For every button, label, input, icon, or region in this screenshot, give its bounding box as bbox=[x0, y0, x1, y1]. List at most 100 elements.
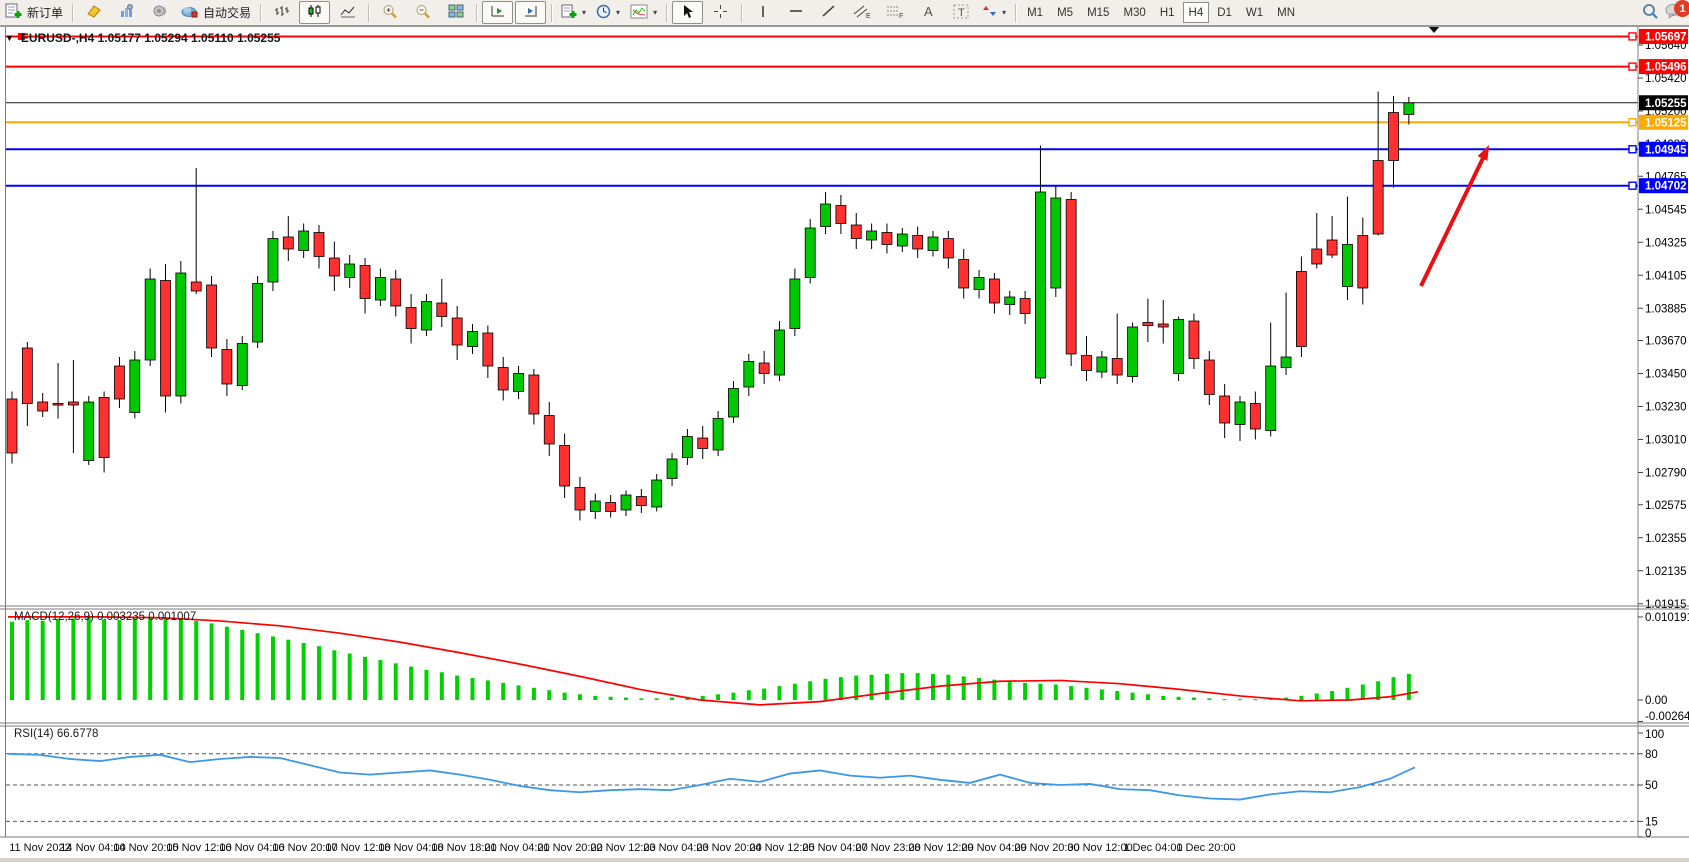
candle-body bbox=[22, 348, 32, 404]
candle-body bbox=[606, 503, 616, 512]
period-button[interactable]: ▾ bbox=[592, 1, 624, 24]
toolbar-separator bbox=[666, 4, 667, 22]
line-chart-button[interactable] bbox=[332, 1, 363, 24]
candle-body bbox=[1005, 297, 1015, 305]
new-order-button[interactable]: 新订单 bbox=[1, 1, 67, 24]
cursor-button[interactable] bbox=[672, 1, 703, 24]
macd-histogram-bar bbox=[1038, 684, 1042, 700]
horizontal-line-button[interactable] bbox=[780, 1, 811, 24]
scroll-position-marker bbox=[1428, 26, 1440, 33]
line-icon bbox=[340, 4, 356, 21]
templates-button[interactable]: ▾ bbox=[557, 1, 590, 24]
candle-body bbox=[222, 350, 232, 385]
candle-body bbox=[1296, 272, 1306, 347]
candle-body bbox=[943, 239, 953, 259]
price-tick-label: 1.03450 bbox=[1645, 369, 1687, 381]
tile-windows-button[interactable] bbox=[440, 1, 471, 24]
candle-body bbox=[452, 318, 462, 345]
zoom-in-button[interactable] bbox=[374, 1, 405, 24]
macd-histogram-bar bbox=[609, 697, 613, 700]
search-icon[interactable] bbox=[1642, 3, 1659, 23]
crosshair-icon bbox=[713, 4, 728, 22]
candle-body bbox=[867, 231, 877, 240]
candle-body bbox=[1220, 396, 1230, 423]
price-tick-label: 1.05420 bbox=[1645, 73, 1687, 85]
timeframe-mn[interactable]: MN bbox=[1271, 2, 1301, 23]
candle-body bbox=[560, 446, 570, 487]
macd-histogram-bar bbox=[655, 698, 659, 700]
line-handle[interactable] bbox=[1629, 146, 1636, 153]
macd-histogram-bar bbox=[716, 694, 720, 700]
chart-shift-button[interactable] bbox=[515, 1, 546, 24]
candle-body bbox=[1051, 198, 1061, 288]
macd-histogram-bar bbox=[424, 670, 428, 700]
price-tick-label: 1.03010 bbox=[1645, 435, 1687, 447]
candle-body bbox=[299, 231, 309, 251]
line-handle[interactable] bbox=[1629, 182, 1636, 189]
candle-body bbox=[744, 362, 754, 388]
market-watch-button[interactable] bbox=[111, 1, 142, 24]
candle-body bbox=[1250, 404, 1260, 430]
rsi-axis-label: 15 bbox=[1645, 816, 1658, 828]
arrows-button[interactable]: ▾ bbox=[978, 1, 1010, 24]
timeframe-h1[interactable]: H1 bbox=[1154, 2, 1181, 23]
timeframe-d1[interactable]: D1 bbox=[1211, 2, 1238, 23]
date-axis-label[interactable]: 1 Dec 20:00 bbox=[1176, 842, 1235, 854]
crosshair-button[interactable] bbox=[705, 1, 736, 24]
candle-body bbox=[7, 399, 17, 453]
zoom-in-icon bbox=[382, 4, 398, 22]
macd-histogram-bar bbox=[1069, 686, 1073, 700]
bar-chart-button[interactable] bbox=[266, 1, 297, 24]
label-button[interactable]: T bbox=[945, 1, 976, 24]
auto-scroll-button[interactable] bbox=[482, 1, 513, 24]
date-axis-label[interactable]: 1 Dec 04:00 bbox=[1123, 842, 1182, 854]
annotation-arrow[interactable] bbox=[1421, 154, 1485, 286]
macd-histogram-bar bbox=[885, 674, 889, 700]
candle-body bbox=[928, 237, 938, 251]
macd-histogram-bar bbox=[1207, 698, 1211, 700]
text-button[interactable]: A bbox=[912, 1, 943, 24]
candle-body bbox=[176, 273, 186, 396]
timeframe-m5[interactable]: M5 bbox=[1051, 2, 1079, 23]
timeframe-m1[interactable]: M1 bbox=[1021, 2, 1049, 23]
sound-alert-button[interactable] bbox=[144, 1, 175, 24]
trendline-button[interactable] bbox=[813, 1, 844, 24]
channel-button[interactable]: E bbox=[846, 1, 877, 24]
fibonacci-button[interactable]: F bbox=[879, 1, 910, 24]
candle-body bbox=[529, 375, 539, 414]
charts-tag-button[interactable] bbox=[78, 1, 109, 24]
candle-body bbox=[759, 363, 769, 374]
chart-title-bar[interactable]: ▼ EURUSD-,H4 1.05177 1.05294 1.05110 1.0… bbox=[5, 31, 280, 45]
chartshift-icon bbox=[523, 4, 539, 21]
hline-icon bbox=[788, 4, 804, 21]
macd-histogram-bar bbox=[41, 621, 45, 700]
line-handle[interactable] bbox=[1629, 119, 1636, 126]
indicators-button[interactable]: ▾ bbox=[626, 1, 661, 24]
chart-menu-icon[interactable]: ▼ bbox=[5, 33, 14, 43]
macd-histogram-bar bbox=[992, 680, 996, 700]
candle-body bbox=[698, 438, 708, 449]
macd-histogram-bar bbox=[1085, 688, 1089, 700]
macd-histogram-bar bbox=[900, 673, 904, 700]
timeframe-m15[interactable]: M15 bbox=[1081, 2, 1115, 23]
macd-histogram-bar bbox=[501, 683, 505, 700]
macd-histogram-bar bbox=[624, 698, 628, 700]
macd-histogram-bar bbox=[25, 620, 29, 700]
candle-body bbox=[590, 501, 600, 512]
rsi-axis-label: 0 bbox=[1645, 828, 1651, 840]
zoom-out-button[interactable] bbox=[407, 1, 438, 24]
auto-trading-button[interactable]: 自动交易 bbox=[177, 1, 255, 24]
line-handle[interactable] bbox=[1629, 63, 1636, 70]
notifications-button[interactable]: 1 bbox=[1665, 3, 1683, 22]
line-handle[interactable] bbox=[1629, 33, 1636, 40]
vertical-line-button[interactable] bbox=[747, 1, 778, 24]
candle-body bbox=[268, 239, 278, 283]
macd-histogram-bar bbox=[148, 617, 152, 700]
candle-body bbox=[391, 279, 401, 306]
timeframe-m30[interactable]: M30 bbox=[1117, 2, 1151, 23]
chart-canvas[interactable]: 1.056401.054201.052001.049801.047651.045… bbox=[0, 0, 1689, 862]
timeframe-h4[interactable]: H4 bbox=[1183, 2, 1210, 23]
timeframe-w1[interactable]: W1 bbox=[1240, 2, 1269, 23]
candle-body bbox=[1082, 356, 1092, 371]
candlestick-chart-button[interactable] bbox=[299, 1, 330, 24]
